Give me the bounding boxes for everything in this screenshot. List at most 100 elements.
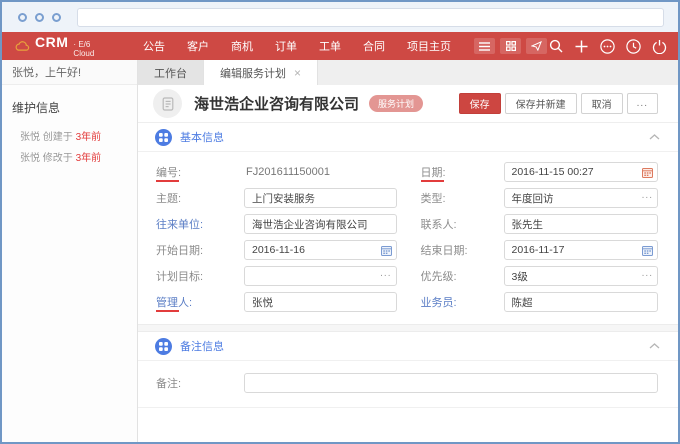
field-end-date xyxy=(504,240,659,260)
nav-item-ticket[interactable]: 工单 xyxy=(308,38,352,54)
record-title: 海世浩企业咨询有限公司 xyxy=(194,93,359,114)
sidebar: 张悦，上午好! 维护信息 张悦 创建于 3年前 张悦 修改于 3年前 xyxy=(2,60,138,442)
plan-goal-input[interactable] xyxy=(244,266,397,286)
content-filler xyxy=(138,408,678,442)
account-input[interactable] xyxy=(244,214,397,234)
created-by-row: 张悦 创建于 3年前 xyxy=(2,125,137,146)
app-window: CRM · E/6 Cloud 公告 客户 商机 订单 工单 合同 项目主页 xyxy=(0,0,680,444)
collapse-chevron-icon[interactable] xyxy=(649,343,660,349)
field-label-salesperson[interactable]: 业务员: xyxy=(399,294,504,310)
field-label-date: 日期: xyxy=(399,164,504,180)
add-icon[interactable] xyxy=(573,38,590,55)
clock-icon[interactable] xyxy=(625,38,642,55)
end-date-input[interactable] xyxy=(504,240,659,260)
modified-by-user: 张悦 xyxy=(20,153,40,164)
basic-info-title: 基本信息 xyxy=(180,129,224,145)
tab-bar: 工作台 编辑服务计划 × xyxy=(138,60,678,85)
section-grid-icon xyxy=(155,129,172,146)
record-avatar xyxy=(153,89,182,118)
datetime-calendar-icon[interactable] xyxy=(642,162,653,182)
grid-view-icon[interactable] xyxy=(500,38,521,54)
basic-info-form: 编号: FJ201611150001 日期: 主题: xyxy=(138,152,678,324)
section-divider xyxy=(138,324,678,332)
send-icon[interactable] xyxy=(526,38,547,54)
start-date-input[interactable] xyxy=(244,240,397,260)
url-input[interactable] xyxy=(77,8,664,27)
field-priority: ... xyxy=(504,266,659,286)
collapse-chevron-icon[interactable] xyxy=(649,134,660,140)
more-circle-icon[interactable] xyxy=(599,38,616,55)
field-plan-goal: ... xyxy=(244,266,397,286)
nav-item-customer[interactable]: 客户 xyxy=(176,38,220,54)
nav-item-announcement[interactable]: 公告 xyxy=(132,38,176,54)
field-label-priority: 优先级: xyxy=(399,268,504,284)
cloud-icon xyxy=(14,39,30,53)
nav-item-project-home[interactable]: 项目主页 xyxy=(396,38,462,54)
window-circle-icon[interactable] xyxy=(18,13,27,22)
field-label-number: 编号: xyxy=(156,164,244,180)
brand: CRM · E/6 Cloud xyxy=(14,34,104,58)
field-date xyxy=(504,162,659,182)
record-header: 海世浩企业咨询有限公司 服务计划 保存 保存并新建 取消 ... xyxy=(138,85,678,123)
field-number: FJ201611150001 xyxy=(244,162,397,182)
end-date-calendar-icon[interactable] xyxy=(642,240,653,260)
field-label-subject: 主题: xyxy=(156,190,244,206)
field-number-value: FJ201611150001 xyxy=(244,166,330,178)
close-tab-icon[interactable]: × xyxy=(294,67,301,79)
save-button[interactable]: 保存 xyxy=(459,93,501,114)
list-view-icon[interactable] xyxy=(474,38,495,54)
modified-by-row: 张悦 修改于 3年前 xyxy=(2,146,137,167)
more-actions-button[interactable]: ... xyxy=(627,93,658,114)
save-and-new-button[interactable]: 保存并新建 xyxy=(505,93,577,114)
greeting-text: 张悦，上午好! xyxy=(2,60,137,85)
created-by-user: 张悦 xyxy=(20,132,40,143)
window-circle-icon[interactable] xyxy=(35,13,44,22)
record-actions: 保存 保存并新建 取消 ... xyxy=(459,93,658,114)
notes-section-header: 备注信息 xyxy=(138,332,678,361)
window-controls xyxy=(18,13,61,22)
notes-input[interactable] xyxy=(244,373,658,393)
nav-view-switcher xyxy=(474,38,547,54)
field-type: ... xyxy=(504,188,659,208)
tab-workbench[interactable]: 工作台 xyxy=(138,60,203,85)
window-circle-icon[interactable] xyxy=(52,13,61,22)
tab-edit-service-plan-label: 编辑服务计划 xyxy=(220,65,286,81)
start-date-calendar-icon[interactable] xyxy=(381,240,392,260)
field-label-contact: 联系人: xyxy=(399,216,504,232)
browser-bar xyxy=(2,2,678,32)
nav-item-order[interactable]: 订单 xyxy=(264,38,308,54)
power-icon[interactable] xyxy=(651,38,668,55)
maintenance-info-title: 维护信息 xyxy=(2,85,137,125)
section-grid-icon xyxy=(155,338,172,355)
nav-item-contract[interactable]: 合同 xyxy=(352,38,396,54)
date-input[interactable] xyxy=(504,162,659,182)
plan-goal-ellipsis-icon[interactable]: ... xyxy=(380,266,391,286)
created-by-time: 3年前 xyxy=(76,132,102,143)
field-label-manager[interactable]: 管理人: xyxy=(156,294,244,310)
field-label-account[interactable]: 往来单位: xyxy=(156,216,244,232)
type-ellipsis-icon[interactable]: ... xyxy=(642,188,653,208)
salesperson-input[interactable] xyxy=(504,292,659,312)
modified-by-time: 3年前 xyxy=(76,153,102,164)
contact-input[interactable] xyxy=(504,214,659,234)
manager-input[interactable] xyxy=(244,292,397,312)
cancel-button[interactable]: 取消 xyxy=(581,93,623,114)
nav-item-opportunity[interactable]: 商机 xyxy=(220,38,264,54)
priority-input[interactable] xyxy=(504,266,659,286)
field-subject xyxy=(244,188,397,208)
modified-by-action: 修改于 xyxy=(43,153,73,164)
brand-name: CRM xyxy=(35,34,68,50)
subject-input[interactable] xyxy=(244,188,397,208)
type-input[interactable] xyxy=(504,188,659,208)
field-contact xyxy=(504,214,659,234)
created-by-action: 创建于 xyxy=(43,132,73,143)
brand-subtitle: · E/6 Cloud xyxy=(73,40,104,58)
tab-edit-service-plan[interactable]: 编辑服务计划 × xyxy=(203,60,318,85)
document-icon xyxy=(161,97,175,111)
priority-ellipsis-icon[interactable]: ... xyxy=(642,266,653,286)
record-type-badge: 服务计划 xyxy=(369,95,423,112)
field-label-start-date: 开始日期: xyxy=(156,242,244,258)
field-start-date xyxy=(244,240,397,260)
notes-form: 备注: xyxy=(138,361,678,407)
search-icon[interactable] xyxy=(547,38,564,55)
